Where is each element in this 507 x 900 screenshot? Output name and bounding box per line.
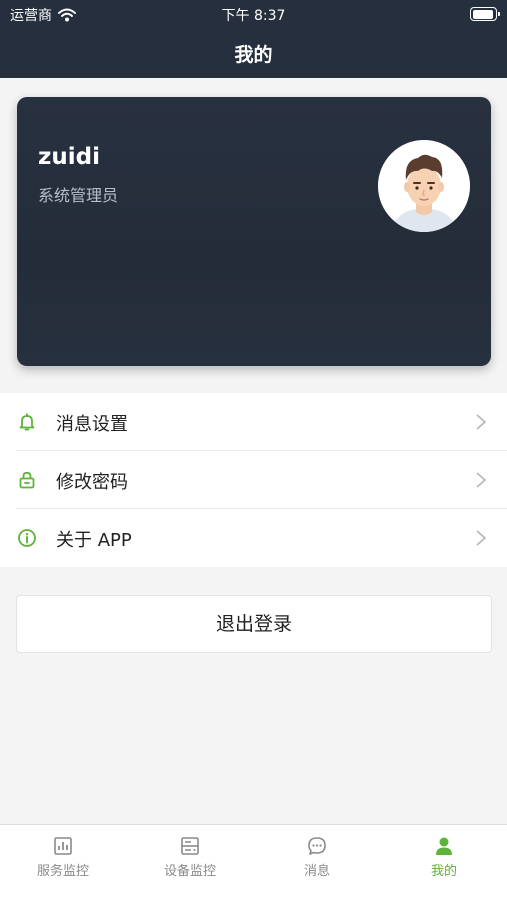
tab-messages[interactable]: 消息: [254, 825, 380, 900]
chevron-right-icon: [476, 472, 487, 488]
tab-label: 设备监控: [163, 864, 216, 879]
chevron-right-icon: [476, 530, 487, 546]
lock-icon: [19, 471, 35, 489]
bar-chart-icon: [54, 837, 72, 855]
status-bar: 运营商 下午 8:37: [0, 0, 507, 30]
page-title: 我的: [234, 44, 273, 66]
tab-service-monitor[interactable]: 服务监控: [0, 825, 126, 900]
tab-device-monitor[interactable]: 设备监控: [127, 825, 253, 900]
menu-item-about-app[interactable]: 关于 APP: [0, 509, 507, 567]
avatar-illustration: [378, 140, 470, 232]
nav-bar: 我的: [0, 30, 507, 78]
logout-label: 退出登录: [215, 613, 292, 635]
menu-item-change-password[interactable]: 修改密码: [0, 451, 507, 509]
person-icon: [436, 837, 452, 855]
avatar[interactable]: [378, 140, 470, 232]
tab-label: 消息: [303, 864, 330, 879]
menu-item-message-settings[interactable]: 消息设置: [0, 393, 507, 451]
menu-item-label: 修改密码: [56, 472, 128, 493]
bell-icon: [19, 413, 35, 431]
chevron-right-icon: [476, 414, 487, 430]
battery-icon: [470, 7, 500, 21]
tab-label: 服务监控: [36, 864, 89, 879]
info-icon: [18, 529, 36, 547]
chat-bubble-icon: [308, 837, 326, 855]
status-time: 下午 8:37: [221, 8, 286, 24]
user-role: 系统管理员: [38, 186, 119, 205]
tab-bar: 服务监控 设备监控 消息 我的: [0, 824, 507, 900]
tab-label: 我的: [430, 864, 457, 879]
device-list-icon: [181, 837, 199, 855]
settings-menu: 消息设置 修改密码 关于 APP: [0, 393, 507, 567]
menu-item-label: 关于 APP: [56, 530, 132, 551]
profile-card: zuidi 系统管理员: [17, 97, 491, 366]
tab-mine[interactable]: 我的: [381, 825, 507, 900]
status-right: [470, 7, 500, 21]
user-name: zuidi: [38, 144, 100, 170]
menu-item-label: 消息设置: [56, 414, 128, 435]
logout-button[interactable]: 退出登录: [16, 595, 492, 653]
